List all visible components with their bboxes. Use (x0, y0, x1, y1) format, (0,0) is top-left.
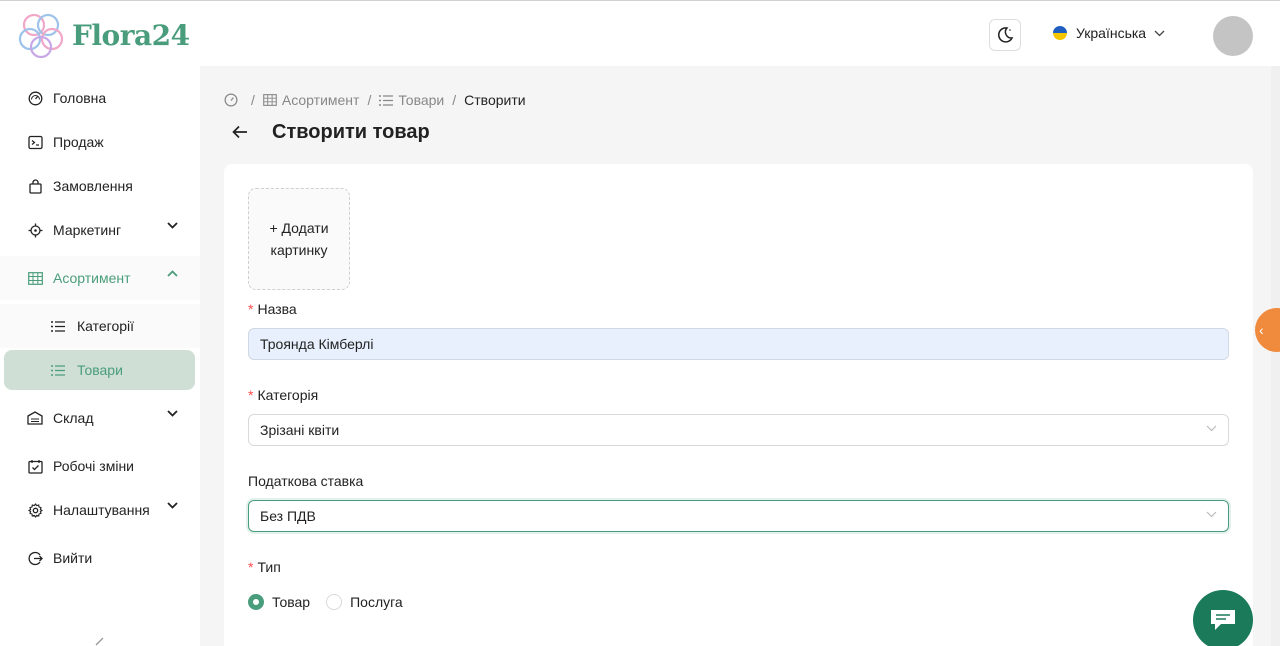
sidebar-item-assortment[interactable]: Асортимент (0, 256, 200, 300)
list-icon (51, 364, 65, 376)
sidebar-item-home[interactable]: Головна (0, 76, 200, 120)
type-radio-group: Товар Послуга (248, 594, 419, 610)
chevron-up-icon (167, 270, 178, 277)
tax-rate-select-value: Без ПДВ (260, 508, 316, 524)
breadcrumb-separator: / (452, 92, 457, 108)
sidebar-item-orders[interactable]: Замовлення (0, 164, 200, 208)
breadcrumb-products[interactable]: Товари (398, 92, 444, 108)
sidebar-item-label: Склад (53, 410, 94, 426)
required-mark: * (248, 559, 254, 575)
category-label: * Категорія (248, 387, 319, 403)
name-input[interactable]: Троянда Кімберлі (248, 328, 1229, 360)
sidebar-subitem-products[interactable]: Товари (4, 350, 195, 390)
chevron-down-icon (167, 502, 178, 509)
category-select-value: Зрізані квіти (260, 422, 340, 438)
sidebar: Головна Продаж Замовлення Маркетинг Асор… (0, 66, 200, 646)
flower-logo-icon (18, 13, 64, 59)
breadcrumb-separator: / (367, 92, 372, 108)
tax-rate-label: Податкова ставка (248, 473, 364, 489)
type-option-service[interactable]: Послуга (326, 594, 403, 610)
sidebar-item-label: Вийти (53, 550, 93, 566)
sidebar-item-label: Замовлення (53, 178, 133, 194)
sidebar-item-shifts[interactable]: Робочі зміни (0, 444, 200, 488)
user-avatar[interactable] (1213, 16, 1253, 56)
sidebar-item-marketing[interactable]: Маркетинг (0, 208, 200, 252)
required-mark: * (248, 301, 254, 317)
sidebar-subitem-label: Товари (77, 362, 123, 378)
tax-rate-select[interactable]: Без ПДВ (248, 500, 1229, 532)
add-image-button[interactable]: + Додати картинку (248, 188, 350, 290)
page-title: Створити товар (272, 121, 430, 143)
theme-toggle-button[interactable] (989, 19, 1021, 51)
scrollbar-track[interactable] (1271, 66, 1280, 646)
product-form-card: + Додати картинку * Назва Троянда Кімберл… (224, 164, 1253, 646)
ukraine-flag-icon (1053, 26, 1067, 40)
chevron-left-icon: ‹ (1259, 322, 1264, 338)
required-mark: * (248, 387, 254, 403)
sidebar-item-label: Продаж (53, 134, 104, 150)
add-image-label-line1: + Додати (269, 220, 329, 236)
chevron-down-icon (1206, 511, 1217, 518)
sidebar-subitem-categories[interactable]: Категорії (0, 304, 200, 348)
add-image-label-line2: картинку (270, 242, 328, 258)
brand-name: Flora24 (72, 18, 190, 52)
gear-icon (27, 502, 43, 518)
brand-logo[interactable]: Flora24 (14, 9, 190, 61)
dashboard-gauge-icon (224, 93, 238, 107)
dashboard-gauge-icon (28, 91, 42, 105)
calendar-check-icon (27, 459, 43, 474)
sidebar-item-label: Робочі зміни (53, 458, 135, 474)
sidebar-item-logout[interactable]: Вийти (0, 536, 200, 580)
sidebar-item-label: Налаштування (53, 502, 150, 518)
list-icon (379, 94, 394, 106)
target-icon (28, 223, 42, 237)
breadcrumb-current: Створити (464, 92, 526, 108)
list-icon (51, 320, 65, 332)
language-label: Українська (1076, 25, 1147, 41)
shopping-bag-icon (28, 178, 42, 194)
type-label: * Тип (248, 559, 281, 575)
chat-button[interactable] (1193, 590, 1253, 646)
chevron-down-icon (1206, 425, 1217, 432)
logout-icon (28, 551, 43, 565)
radio-checked[interactable] (248, 594, 264, 610)
sidebar-item-label: Головна (53, 90, 107, 106)
type-option-label: Послуга (350, 594, 403, 610)
breadcrumb-assortment[interactable]: Асортимент (282, 92, 360, 108)
table-icon (27, 271, 43, 285)
chat-bubble-icon (1211, 610, 1235, 630)
back-arrow-icon[interactable] (231, 123, 249, 141)
category-select[interactable]: Зрізані квіти (248, 414, 1229, 446)
sidebar-item-settings[interactable]: Налаштування (0, 488, 200, 532)
sidebar-item-warehouse[interactable]: Склад (0, 396, 200, 440)
type-option-label: Товар (272, 594, 311, 610)
warehouse-icon (27, 411, 43, 425)
moon-icon (997, 27, 1014, 43)
language-selector[interactable]: Українська (1053, 25, 1165, 41)
breadcrumb: / Асортимент / Товари / Створити (224, 92, 526, 108)
side-panel-toggle[interactable]: ‹ (1255, 308, 1280, 352)
sidebar-item-sales[interactable]: Продаж (0, 120, 200, 164)
chevron-down-icon (1154, 30, 1165, 36)
table-icon (263, 94, 277, 106)
chevron-down-icon (167, 410, 178, 417)
breadcrumb-home[interactable] (224, 93, 238, 107)
name-label: * Назва (248, 301, 297, 317)
sidebar-item-label: Асортимент (53, 270, 131, 286)
sidebar-subitem-label: Категорії (77, 318, 135, 334)
chevron-down-icon (167, 222, 178, 229)
name-input-value: Троянда Кімберлі (260, 336, 374, 352)
sidebar-item-label: Маркетинг (53, 222, 122, 238)
radio-unchecked[interactable] (326, 594, 343, 610)
top-bar: Flora24 Українська (0, 0, 1280, 66)
collapse-sidebar-icon[interactable] (92, 636, 106, 646)
type-option-product[interactable]: Товар (248, 594, 310, 610)
terminal-icon (27, 135, 43, 149)
breadcrumb-separator: / (251, 92, 255, 108)
